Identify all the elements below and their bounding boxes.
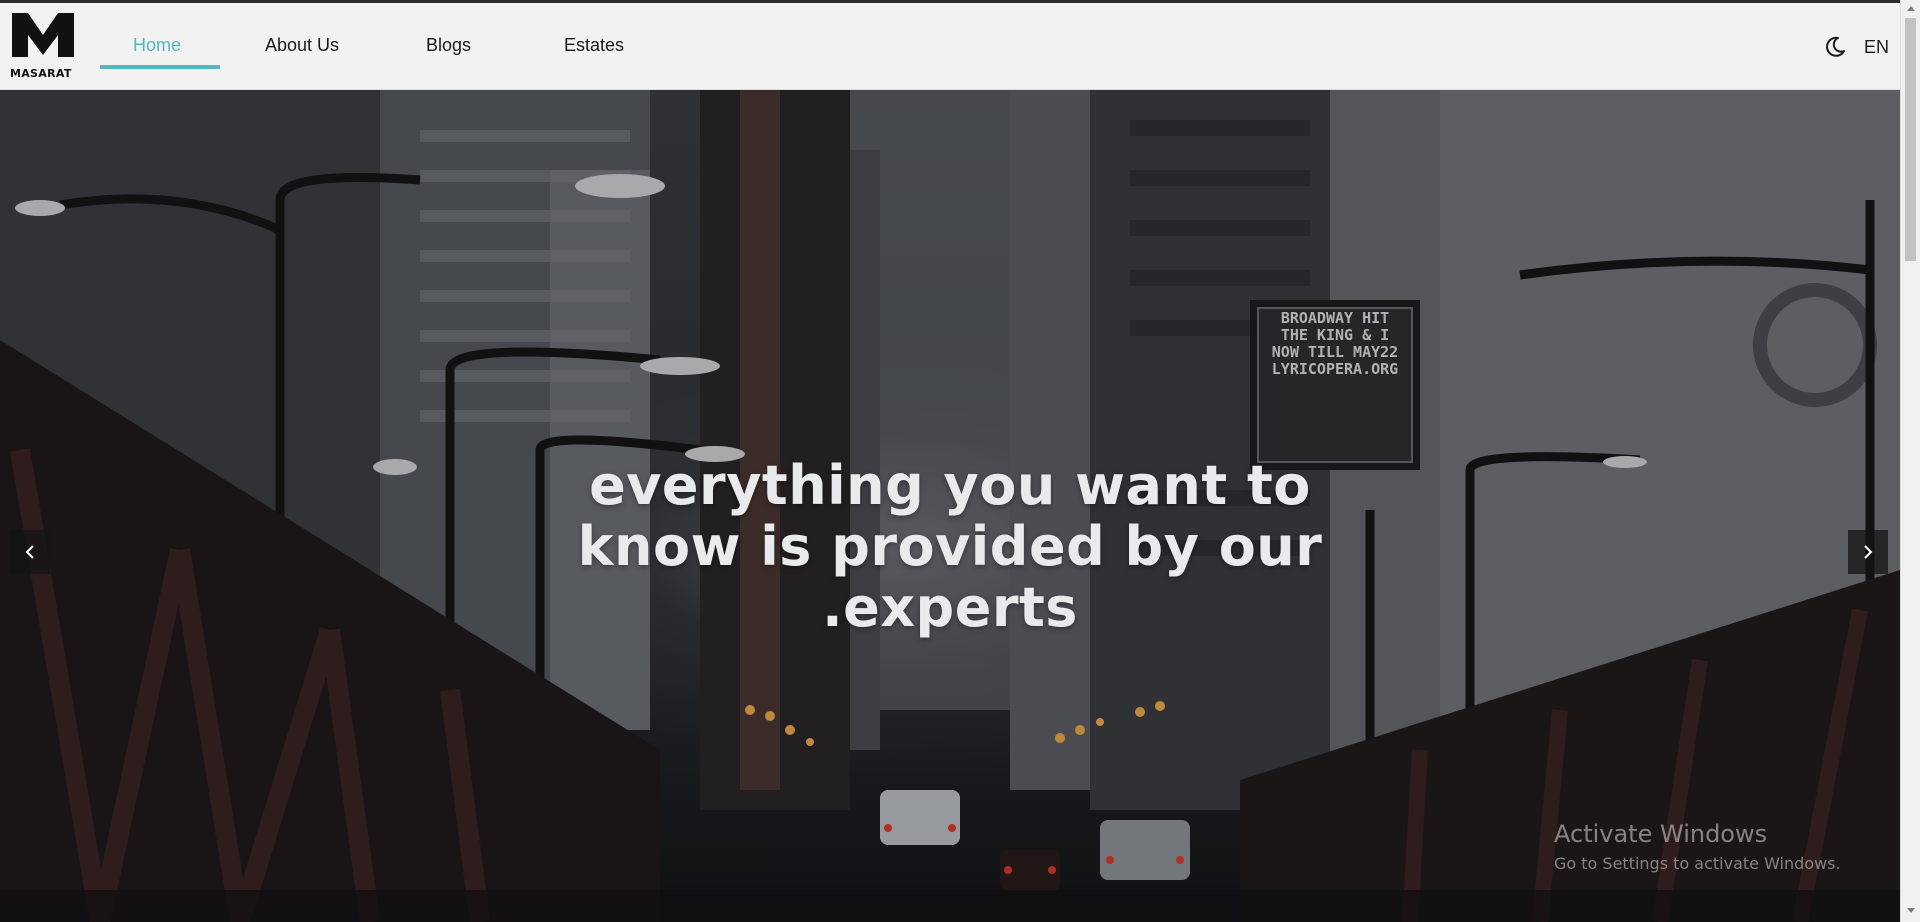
navbar: MASARAT Home About Us Blogs Estates EN <box>0 3 1900 90</box>
hero-headline: everything you want to know is provided … <box>577 454 1323 639</box>
watermark-title: Activate Windows <box>1554 820 1768 848</box>
nav-active-indicator <box>100 65 220 69</box>
windows-activation-watermark: Activate Windows Go to Settings to activ… <box>1554 820 1841 873</box>
chevron-left-icon <box>25 545 34 559</box>
scroll-up-arrow-icon[interactable] <box>1907 6 1915 11</box>
nav-estates[interactable]: Estates <box>564 35 624 56</box>
moon-icon[interactable] <box>1824 36 1846 58</box>
chevron-right-icon <box>1864 545 1873 559</box>
vertical-scrollbar[interactable] <box>1900 0 1920 922</box>
carousel-next-button[interactable] <box>1848 530 1888 574</box>
scroll-down-arrow-icon[interactable] <box>1907 908 1915 913</box>
brand-logo[interactable]: MASARAT <box>10 9 80 85</box>
hero-carousel: BROADWAY HIT THE KING & I NOW TILL MAY22… <box>0 90 1900 922</box>
nav-about-us[interactable]: About Us <box>265 35 339 56</box>
nav-home[interactable]: Home <box>133 35 181 56</box>
language-switcher[interactable]: EN <box>1864 37 1889 58</box>
nav-blogs[interactable]: Blogs <box>426 35 471 56</box>
carousel-prev-button[interactable] <box>10 530 50 574</box>
brand-name: MASARAT <box>10 67 72 80</box>
watermark-subtitle: Go to Settings to activate Windows. <box>1554 854 1841 873</box>
m-logo-icon <box>12 13 74 57</box>
scroll-thumb[interactable] <box>1905 18 1916 261</box>
